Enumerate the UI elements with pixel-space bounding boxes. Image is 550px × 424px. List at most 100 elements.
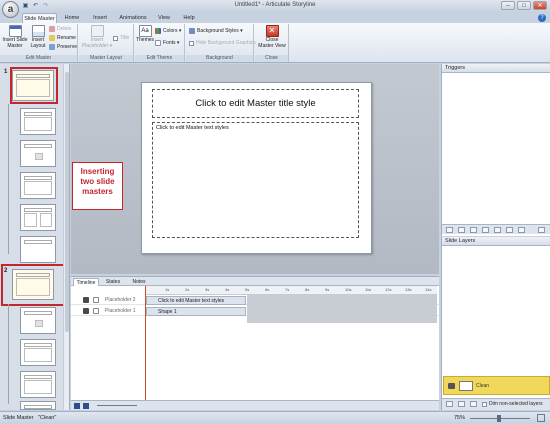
help-icon[interactable]: ?: [538, 14, 546, 22]
layout-thumbnail[interactable]: [20, 236, 56, 263]
group-edit-theme: Aa Themes Colors ▾ Fonts ▾ Edit Theme: [135, 24, 185, 62]
tab-states[interactable]: States: [101, 278, 125, 286]
new-layer-icon[interactable]: [446, 401, 453, 407]
lock-icon[interactable]: [93, 297, 99, 303]
group-label-edit-master: Edit Master: [0, 55, 77, 62]
slide-layers-panel: Slide Layers Clean Dim non-selected laye…: [441, 237, 550, 410]
visibility-icon[interactable]: [83, 308, 89, 314]
duplicate-layer-icon[interactable]: [458, 401, 465, 407]
insert-slide-master-icon: [8, 25, 22, 37]
paste-trigger-icon[interactable]: [482, 227, 489, 233]
hide-background-graphics-box[interactable]: [189, 40, 194, 46]
timeline-object-bar[interactable]: Click to edit Master text styles: [146, 296, 246, 305]
zoom-level: 75%: [454, 415, 466, 421]
zoom-slider-thumb[interactable]: [497, 415, 501, 422]
minimize-button[interactable]: –: [501, 1, 515, 10]
layout-thumbnail[interactable]: [20, 140, 56, 167]
insert-placeholder-button[interactable]: Insert Placeholder ▾: [81, 25, 113, 49]
tab-timeline[interactable]: Timeline: [73, 278, 99, 286]
tab-animations[interactable]: Animations: [116, 13, 150, 23]
rename-button[interactable]: Rename: [49, 35, 76, 41]
master-number-1: 1: [4, 69, 8, 75]
thumbnails-scrollbar[interactable]: [63, 64, 69, 410]
tab-notes[interactable]: Notes: [127, 278, 151, 286]
play-icon[interactable]: [74, 403, 80, 409]
delete-button[interactable]: Delete: [49, 26, 71, 32]
base-layer-thumbnail: [459, 381, 473, 391]
edit-trigger-icon[interactable]: [458, 227, 465, 233]
hide-background-graphics-checkbox[interactable]: Hide Background Graphics: [189, 40, 256, 46]
base-layer-name: Clean: [476, 383, 490, 389]
move-up-icon[interactable]: [494, 227, 501, 233]
layout-thumbnail[interactable]: [20, 307, 56, 334]
fit-to-window-icon[interactable]: [537, 414, 545, 422]
timeline-panel: Timeline States Notes 1s 2s 3s 4s 5s 6s …: [71, 276, 439, 410]
title-checkbox-box[interactable]: [113, 35, 118, 41]
timeline-beyond-end-area: [247, 295, 437, 323]
status-theme: "Clean": [38, 415, 57, 421]
delete-trigger-icon[interactable]: [538, 227, 545, 233]
fonts-icon: [155, 40, 161, 46]
stop-icon[interactable]: [83, 403, 89, 409]
fonts-button[interactable]: Fonts ▾: [155, 40, 179, 46]
group-label-close: Close: [255, 55, 288, 62]
scrollbar-thumb[interactable]: [65, 72, 69, 332]
insert-layout-button[interactable]: Insert Layout: [28, 25, 48, 49]
app-logo-icon[interactable]: a: [2, 1, 19, 18]
tab-home[interactable]: Home: [60, 13, 84, 23]
window-controls: – □ ✕: [501, 1, 547, 10]
tab-help[interactable]: Help: [178, 13, 200, 23]
window-title: Untitled1* - Articulate Storyline: [234, 2, 316, 8]
insert-layout-icon: [31, 25, 45, 37]
layout-thumbnail[interactable]: [20, 401, 56, 410]
insert-slide-master-button[interactable]: Insert Slide Master: [2, 25, 28, 49]
maximize-button[interactable]: □: [517, 1, 531, 10]
layout-thumbnail[interactable]: [20, 204, 56, 231]
timeline-controls: [71, 400, 439, 410]
layout-thumbnail[interactable]: [20, 172, 56, 199]
layout-connector-2: [8, 304, 13, 404]
tab-slide-master[interactable]: Slide Master: [22, 13, 57, 23]
options-icon[interactable]: [518, 227, 525, 233]
dim-checkbox-box[interactable]: [482, 401, 487, 407]
group-close: ✕ Close Master View Close: [255, 24, 289, 62]
timeline-zoom-slider[interactable]: [97, 405, 137, 406]
title-bar: ▣ ↶ ↷ Untitled1* - Articulate Storyline …: [0, 0, 550, 12]
preserve-button[interactable]: Preserve: [49, 44, 77, 50]
timeline-playhead[interactable]: [145, 286, 146, 401]
close-window-button[interactable]: ✕: [533, 1, 547, 10]
tab-insert[interactable]: Insert: [88, 13, 112, 23]
base-layer-visibility-icon[interactable]: [448, 383, 455, 389]
triggers-toolbar: [442, 224, 550, 234]
layout-thumbnail[interactable]: [20, 339, 56, 366]
title-placeholder[interactable]: Click to edit Master title style: [152, 89, 359, 118]
colors-button[interactable]: Colors ▾: [155, 28, 181, 34]
layout-thumbnail[interactable]: [20, 371, 56, 398]
delete-layer-icon[interactable]: [470, 401, 477, 407]
move-down-icon[interactable]: [506, 227, 513, 233]
dim-non-selected-layers-checkbox[interactable]: Dim non-selected layers: [482, 401, 543, 407]
slide-master-canvas[interactable]: Click to edit Master title style Click t…: [141, 82, 372, 254]
base-layer-row[interactable]: Clean: [443, 376, 550, 395]
timeline-object-bar[interactable]: Shape 1: [146, 307, 246, 316]
tab-view[interactable]: View: [153, 13, 175, 23]
close-master-view-button[interactable]: ✕ Close Master View: [257, 25, 287, 49]
layout-thumbnail[interactable]: [20, 108, 56, 135]
title-checkbox[interactable]: Title: [113, 35, 129, 41]
timeline-ruler[interactable]: 1s 2s 3s 4s 5s 6s 7s 8s 9s 10s 11s 12s 1…: [145, 286, 437, 295]
visibility-icon[interactable]: [83, 297, 89, 303]
close-master-view-icon: ✕: [265, 25, 279, 37]
themes-icon: Aa: [138, 25, 152, 37]
themes-button[interactable]: Aa Themes: [136, 25, 154, 44]
ribbon: Insert Slide Master Insert Layout Delete…: [0, 23, 550, 63]
new-trigger-icon[interactable]: [446, 227, 453, 233]
status-bar: Slide Master "Clean" 75%: [0, 411, 550, 424]
triggers-header: Triggers: [442, 64, 550, 73]
lock-icon[interactable]: [93, 308, 99, 314]
copy-trigger-icon[interactable]: [470, 227, 477, 233]
body-placeholder[interactable]: Click to edit Master text styles: [152, 122, 359, 238]
highlight-master-1: [10, 67, 58, 104]
group-master-layout: Insert Placeholder ▾ Title Master Layout: [79, 24, 134, 62]
timeline-object-name: Placeholder 2: [105, 297, 136, 303]
background-styles-button[interactable]: Background Styles ▾: [189, 28, 243, 34]
